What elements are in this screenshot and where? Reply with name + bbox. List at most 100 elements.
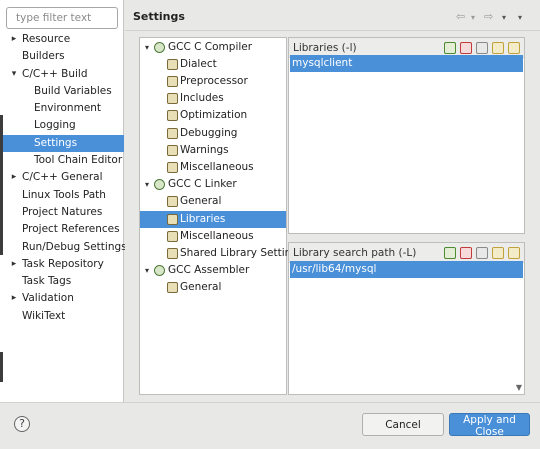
scroll-down-arrow-icon[interactable]: ▼ — [516, 383, 522, 392]
search-path-list-item[interactable]: /usr/lib64/mysql — [290, 261, 523, 278]
edit-icon[interactable] — [476, 247, 488, 259]
tree-item-label: GCC C Compiler — [168, 40, 253, 53]
option-category-icon — [167, 161, 178, 173]
tree-item[interactable]: Dialect — [140, 56, 286, 73]
help-icon[interactable]: ? — [14, 416, 30, 432]
filter-input[interactable] — [6, 7, 118, 29]
option-category-icon — [167, 282, 178, 294]
libraries-list: Libraries (-l) mysqlclient — [288, 37, 525, 234]
tree-item[interactable]: Libraries — [140, 210, 286, 228]
library-search-path-list: Library search path (-L) /usr/lib64/mysq… — [288, 242, 525, 395]
forward-arrow-icon[interactable]: ⇨ — [484, 10, 493, 23]
expanded-arrow-icon[interactable]: ▾ — [145, 39, 149, 56]
sidebar-item-label: Project References — [22, 223, 120, 236]
forward-history-chevron-icon[interactable]: ▾ — [502, 13, 506, 22]
tree-item-label: Optimization — [180, 109, 248, 122]
sidebar-item-label: C/C++ General — [22, 171, 103, 184]
move-down-icon[interactable] — [508, 247, 520, 259]
sidebar-item[interactable]: ▸ Resource — [0, 31, 124, 48]
expanded-arrow-icon[interactable]: ▾ — [145, 176, 149, 193]
edit-icon[interactable] — [476, 42, 488, 54]
preferences-tree: ▸ Resource Builders ▾ C/C++ Build Build Varia… — [0, 31, 127, 325]
tree-item[interactable]: Shared Library Settings — [140, 245, 303, 262]
option-category-icon — [167, 213, 178, 225]
sidebar-item[interactable]: Environment — [0, 100, 124, 117]
tree-item-label: GCC Assembler — [168, 264, 250, 277]
sidebar-item[interactable]: ▾ C/C++ Build — [0, 66, 124, 83]
sidebar-item[interactable]: ▸ Task Repository — [0, 256, 124, 273]
libraries-list-item[interactable]: mysqlclient — [290, 55, 523, 72]
window-edge — [0, 352, 3, 382]
sidebar-item[interactable]: ▸ Validation — [0, 290, 124, 307]
option-category-icon — [167, 58, 178, 70]
preferences-nav-panel: ▸ Resource Builders ▾ C/C++ Build Build Varia… — [0, 0, 127, 402]
sidebar-item[interactable]: WikiText — [0, 308, 124, 325]
sidebar-item[interactable]: Settings — [0, 134, 124, 153]
tree-item[interactable]: Debugging — [140, 125, 286, 142]
tool-icon — [154, 179, 165, 191]
page-title: Settings — [133, 10, 185, 23]
collapsed-arrow-icon[interactable]: ▸ — [10, 169, 18, 186]
back-arrow-icon[interactable]: ⇦ — [456, 10, 465, 23]
tree-item-label: Dialect — [180, 57, 217, 70]
delete-icon[interactable] — [460, 247, 472, 259]
apply-and-close-button[interactable]: Apply and Close — [449, 413, 530, 438]
view-menu-icon[interactable]: ▾ — [518, 13, 522, 22]
sidebar-item-label: Tool Chain Editor — [34, 154, 123, 167]
tree-item[interactable]: ▾ GCC C Linker — [140, 176, 286, 193]
sidebar-item-label: Task Tags — [22, 275, 72, 288]
sidebar-item[interactable]: ▸ C/C++ General — [0, 169, 124, 186]
collapsed-arrow-icon[interactable]: ▸ — [10, 256, 18, 273]
cancel-button[interactable]: Cancel — [362, 413, 444, 436]
tree-item[interactable]: General — [140, 279, 286, 296]
move-down-icon[interactable] — [508, 42, 520, 54]
settings-page: Settings ⇦ ▾ ⇨ ▾ ▾ ▾ GCC C Compiler Dialec… — [125, 0, 540, 402]
sidebar-item-label: Build Variables — [34, 84, 112, 97]
add-icon[interactable] — [444, 247, 456, 259]
sidebar-item[interactable]: Project References — [0, 221, 124, 238]
sidebar-item[interactable]: Run/Debug Settings — [0, 239, 127, 256]
tree-item[interactable]: Preprocessor — [140, 73, 286, 90]
search-path-list-title: Library search path (-L) — [293, 247, 417, 259]
expanded-arrow-icon[interactable]: ▾ — [10, 66, 18, 83]
sidebar-item[interactable]: Tool Chain Editor — [0, 152, 124, 169]
tree-item[interactable]: General — [140, 193, 286, 210]
libraries-list-title: Libraries (-l) — [293, 42, 357, 54]
back-history-chevron-icon[interactable]: ▾ — [471, 13, 475, 22]
tree-item-label: Warnings — [180, 143, 229, 156]
sidebar-item[interactable]: Task Tags — [0, 273, 124, 290]
tree-item-label: Shared Library Settings — [180, 246, 304, 259]
add-icon[interactable] — [444, 42, 456, 54]
option-category-icon — [167, 230, 178, 242]
sidebar-item-label: Project Natures — [22, 205, 103, 218]
sidebar-item[interactable]: Builders — [0, 48, 124, 65]
sidebar-item-label: Logging — [34, 119, 76, 132]
tree-item[interactable]: Miscellaneous — [140, 228, 286, 245]
move-up-icon[interactable] — [492, 247, 504, 259]
sidebar-item[interactable]: Linux Tools Path — [0, 187, 124, 204]
sidebar-item[interactable]: Logging — [0, 117, 124, 134]
tree-item[interactable]: ▾ GCC C Compiler — [140, 39, 286, 56]
tree-item-label: Debugging — [180, 126, 238, 139]
expanded-arrow-icon[interactable]: ▾ — [145, 262, 149, 279]
tree-item-label: General — [180, 281, 222, 294]
sidebar-item[interactable]: Project Natures — [0, 204, 124, 221]
collapsed-arrow-icon[interactable]: ▸ — [10, 31, 18, 48]
tool-icon — [154, 265, 165, 277]
sidebar-item-label: C/C++ Build — [22, 67, 88, 80]
delete-icon[interactable] — [460, 42, 472, 54]
tree-item[interactable]: ▾ GCC Assembler — [140, 262, 286, 279]
option-category-icon — [167, 93, 178, 105]
move-up-icon[interactable] — [492, 42, 504, 54]
tree-item[interactable]: Warnings — [140, 142, 286, 159]
option-category-icon — [167, 247, 178, 259]
tree-item-label: Preprocessor — [180, 74, 248, 87]
sidebar-item[interactable]: Build Variables — [0, 83, 124, 100]
tree-item[interactable]: Optimization — [140, 107, 286, 124]
tree-item[interactable]: Miscellaneous — [140, 159, 286, 176]
sidebar-item-label: Run/Debug Settings — [22, 240, 127, 253]
collapsed-arrow-icon[interactable]: ▸ — [10, 290, 18, 307]
tree-item[interactable]: Includes — [140, 90, 286, 107]
sidebar-item-label: Linux Tools Path — [22, 188, 106, 201]
tree-item-label: Libraries — [180, 212, 226, 225]
